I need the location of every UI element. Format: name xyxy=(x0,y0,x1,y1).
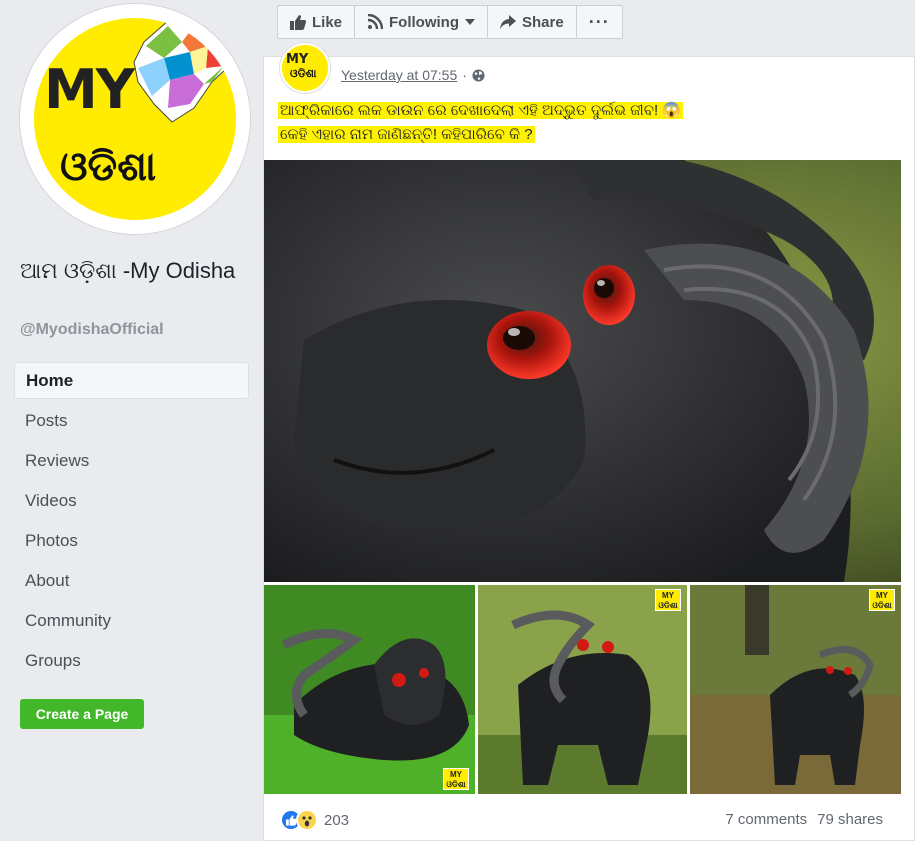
rss-feed-icon xyxy=(367,14,384,30)
page-nav: Home Posts Reviews Videos Photos About C… xyxy=(14,362,249,682)
post-photo-thumb-2[interactable]: MY ଓଡିଶା xyxy=(478,585,687,794)
engagement-counts: 7 comments 79 shares xyxy=(725,811,883,828)
logo-my-text: MY xyxy=(44,58,135,121)
goat-on-grass-image xyxy=(264,585,475,794)
meta-separator: · xyxy=(462,67,467,83)
avatar-odia-text: ଓଡିଶା xyxy=(290,67,317,80)
post-text-line-2: କେହି ଏହାର ନାମ ଜାଣିଛନ୍ତି! କହିପାରିବେ କି ? xyxy=(278,126,535,143)
page-profile-picture[interactable]: MY ଓଡିଶା xyxy=(20,4,250,234)
profile-logo: MY ଓଡିଶା xyxy=(34,18,236,220)
share-button[interactable]: Share xyxy=(488,5,577,39)
nav-item-groups[interactable]: Groups xyxy=(14,642,249,682)
nav-item-videos[interactable]: Videos xyxy=(14,482,249,522)
goat-in-forest-image xyxy=(690,585,901,794)
watermark-logo: MY ଓଡିଶା xyxy=(443,768,469,790)
post-author-avatar[interactable]: MY ଓଡିଶା xyxy=(280,43,330,93)
post-timestamp[interactable]: Yesterday at 07:55 xyxy=(341,67,457,83)
watermark-odia-text: ଓଡିଶା xyxy=(446,780,466,789)
post-card: MY ଓଡିଶା Yesterday at 07:55 · ଆଫ୍ରିକାରେ … xyxy=(263,43,915,841)
following-button[interactable]: Following xyxy=(355,5,488,39)
watermark-odia-text: ଓଡିଶା xyxy=(872,601,892,610)
like-button-label: Like xyxy=(312,13,343,31)
nav-item-posts[interactable]: Posts xyxy=(14,402,249,442)
page-handle[interactable]: @MyodishaOfficial xyxy=(20,321,164,339)
globe-icon[interactable] xyxy=(472,68,485,82)
watermark-logo: MY ଓଡିଶା xyxy=(655,589,681,611)
nav-item-community[interactable]: Community xyxy=(14,602,249,642)
following-button-label: Following xyxy=(389,13,459,31)
reactions-summary[interactable]: 203 xyxy=(280,809,349,831)
page-title[interactable]: ଆମ ଓଡ଼ିଶା -My Odisha xyxy=(20,254,250,287)
post-text-line-1: ଆଫ୍ରିକାରେ ଲକ ଡାଉନ ରେ ଦେଖାଦେଲା ଏହି ଅଦ୍ଭୁତ… xyxy=(278,102,684,119)
avatar-my-text: MY xyxy=(286,52,309,67)
post-photo-thumb-3[interactable]: MY ଓଡିଶା xyxy=(690,585,901,794)
odisha-map-icon xyxy=(133,18,236,123)
watermark-logo: MY ଓଡିଶା xyxy=(869,589,895,611)
logo-odia-text: ଓଡିଶା xyxy=(60,144,157,190)
watermark-my-text: MY xyxy=(450,770,462,779)
watermark-my-text: MY xyxy=(662,591,674,600)
create-page-button[interactable]: Create a Page xyxy=(20,699,144,729)
post-text: ଆଫ୍ରିକାରେ ଲକ ଡାଉନ ରେ ଦେଖାଦେଲା ଏହି ଅଦ୍ଭୁତ… xyxy=(278,99,898,147)
post-meta: Yesterday at 07:55 · xyxy=(341,67,485,83)
goat-standing-image xyxy=(478,585,687,794)
watermark-my-text: MY xyxy=(876,591,888,600)
caret-down-icon xyxy=(465,19,475,25)
page-sidebar: MY ଓଡିଶା ଆମ ଓଡ଼ିଶା -My Odisha @MyodishaO… xyxy=(0,0,262,841)
nav-item-home[interactable]: Home xyxy=(14,362,249,399)
page-action-toolbar: Like Following Share ··· xyxy=(277,5,623,39)
watermark-odia-text: ଓଡିଶା xyxy=(658,601,678,610)
nav-item-about[interactable]: About xyxy=(14,562,249,602)
nav-item-photos[interactable]: Photos xyxy=(14,522,249,562)
post-photo-thumb-1[interactable]: MY ଓଡିଶା xyxy=(264,585,475,794)
nav-item-reviews[interactable]: Reviews xyxy=(14,442,249,482)
share-button-label: Share xyxy=(522,13,564,31)
goat-closeup-image xyxy=(264,160,901,582)
more-options-button[interactable]: ··· xyxy=(576,5,623,39)
post-main-photo[interactable] xyxy=(264,160,901,582)
reaction-count: 203 xyxy=(324,811,350,829)
shares-count[interactable]: 79 shares xyxy=(817,811,883,828)
comments-count[interactable]: 7 comments xyxy=(725,811,807,828)
like-page-button[interactable]: Like xyxy=(277,5,356,39)
share-arrow-icon xyxy=(500,15,516,29)
thumbs-up-icon xyxy=(290,14,306,30)
wow-reaction-icon xyxy=(296,809,318,831)
